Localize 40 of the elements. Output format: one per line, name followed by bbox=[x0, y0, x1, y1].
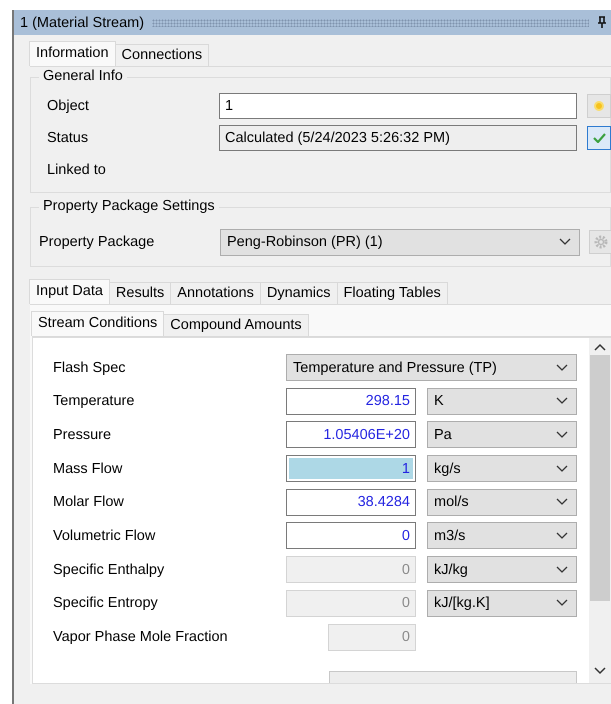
field-label: Pressure bbox=[53, 426, 112, 443]
input-field[interactable]: 0 bbox=[286, 522, 416, 550]
flash-spec-dropdown[interactable]: Temperature and Pressure (TP) bbox=[286, 354, 577, 381]
tab[interactable]: Floating Tables bbox=[336, 282, 448, 304]
unit-dropdown[interactable]: kJ/[kg.K] bbox=[427, 590, 577, 617]
readonly-field: 0 bbox=[328, 624, 416, 650]
field-label: Flash Spec bbox=[53, 360, 127, 376]
group-title: Property Package Settings bbox=[39, 198, 219, 214]
input-field[interactable]: 298.15 bbox=[286, 388, 416, 415]
property-package-dropdown[interactable]: Peng-Robinson (PR) (1) bbox=[220, 228, 580, 256]
tab[interactable]: Connections bbox=[114, 44, 210, 66]
tab[interactable]: Input Data bbox=[29, 279, 110, 304]
field-label: Linked to bbox=[47, 162, 107, 178]
tab[interactable]: Information bbox=[29, 41, 116, 66]
field-label: Vapor Phase Mole Fraction bbox=[53, 629, 229, 645]
readonly-field: 0 bbox=[286, 556, 416, 584]
input-field[interactable]: 1 bbox=[286, 455, 416, 482]
unit-dropdown[interactable]: Pa bbox=[427, 421, 577, 448]
field-label: Mass Flow bbox=[53, 460, 124, 477]
tab[interactable]: Compound Amounts bbox=[163, 314, 309, 336]
input-field[interactable]: 38.4284 bbox=[286, 488, 416, 516]
field-label: Property Package bbox=[39, 234, 156, 250]
status-field: Calculated (5/24/2023 5:26:32 PM) bbox=[219, 125, 577, 151]
unit-dropdown[interactable]: mol/s bbox=[427, 488, 577, 516]
field-label: Status bbox=[47, 130, 90, 146]
unit-dropdown[interactable]: kJ/kg bbox=[427, 556, 577, 584]
object-field[interactable]: 1 bbox=[219, 93, 577, 119]
readonly-field: 0 bbox=[286, 590, 416, 617]
unit-dropdown[interactable]: kg/s bbox=[427, 455, 577, 482]
field-label: Temperature bbox=[53, 393, 136, 410]
field-label: Specific Entropy bbox=[53, 595, 159, 612]
field-label: Molar Flow bbox=[53, 494, 125, 510]
field-label: Object bbox=[47, 98, 90, 114]
tab[interactable]: Stream Conditions bbox=[31, 311, 164, 336]
window-title: 1 (Material Stream) bbox=[20, 14, 144, 30]
field-label: Volumetric Flow bbox=[53, 528, 156, 544]
unit-dropdown[interactable]: K bbox=[427, 388, 577, 415]
input-field[interactable]: 1.05406E+20 bbox=[286, 421, 416, 448]
field-label: Specific Enthalpy bbox=[53, 562, 166, 578]
unit-dropdown[interactable]: m3/s bbox=[427, 522, 577, 550]
